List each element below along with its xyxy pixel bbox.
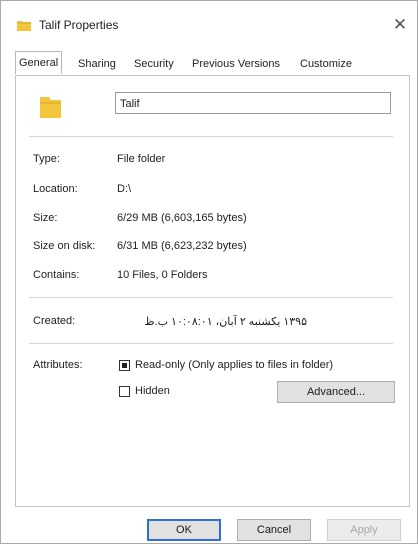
advanced-button[interactable]: Advanced... bbox=[277, 381, 395, 403]
divider bbox=[29, 297, 393, 298]
title-bar: Talif Properties ✕ bbox=[1, 1, 417, 45]
hidden-checkbox[interactable] bbox=[119, 386, 130, 397]
tab-sharing[interactable]: Sharing bbox=[75, 55, 119, 73]
ok-button[interactable]: OK bbox=[147, 519, 221, 541]
tab-bar: General Sharing Security Previous Versio… bbox=[15, 51, 405, 75]
properties-window: Talif Properties ✕ General Sharing Secur… bbox=[0, 0, 418, 544]
apply-button[interactable]: Apply bbox=[327, 519, 401, 541]
divider bbox=[29, 343, 393, 344]
close-button[interactable]: ✕ bbox=[389, 15, 411, 35]
tab-previous-versions[interactable]: Previous Versions bbox=[189, 55, 283, 73]
readonly-label: Read-only (Only applies to files in fold… bbox=[135, 359, 334, 371]
folder-icon bbox=[40, 97, 61, 118]
folder-name-input[interactable]: Talif bbox=[115, 92, 391, 114]
folder-icon bbox=[17, 21, 31, 31]
tab-customize[interactable]: Customize bbox=[297, 55, 355, 73]
size-label: Size: bbox=[33, 212, 58, 224]
hidden-label: Hidden bbox=[135, 385, 170, 397]
attributes-label: Attributes: bbox=[33, 359, 83, 371]
tab-general[interactable]: General bbox=[15, 51, 63, 74]
location-value: D:\ bbox=[117, 183, 132, 195]
created-label: Created: bbox=[33, 315, 76, 327]
tab-security[interactable]: Security bbox=[131, 55, 177, 73]
size-on-disk-value: 6/31 MB (6,623,232 bytes) bbox=[117, 240, 247, 252]
created-value: ۱۳۹۵ یکشنبه ۲ آبان، ۱۰:۰۸:۰۱ ب.ظ bbox=[144, 316, 307, 328]
window-title: Talif Properties bbox=[39, 18, 119, 32]
divider bbox=[29, 136, 393, 137]
readonly-checkbox[interactable] bbox=[119, 360, 130, 371]
cancel-button[interactable]: Cancel bbox=[237, 519, 311, 541]
location-label: Location: bbox=[33, 183, 78, 195]
type-value: File folder bbox=[117, 153, 166, 165]
size-on-disk-label: Size on disk: bbox=[33, 240, 96, 252]
contains-label: Contains: bbox=[33, 269, 80, 281]
type-label: Type: bbox=[33, 153, 60, 165]
size-value: 6/29 MB (6,603,165 bytes) bbox=[117, 212, 247, 224]
contains-value: 10 Files, 0 Folders bbox=[117, 269, 208, 281]
general-panel bbox=[15, 75, 410, 507]
